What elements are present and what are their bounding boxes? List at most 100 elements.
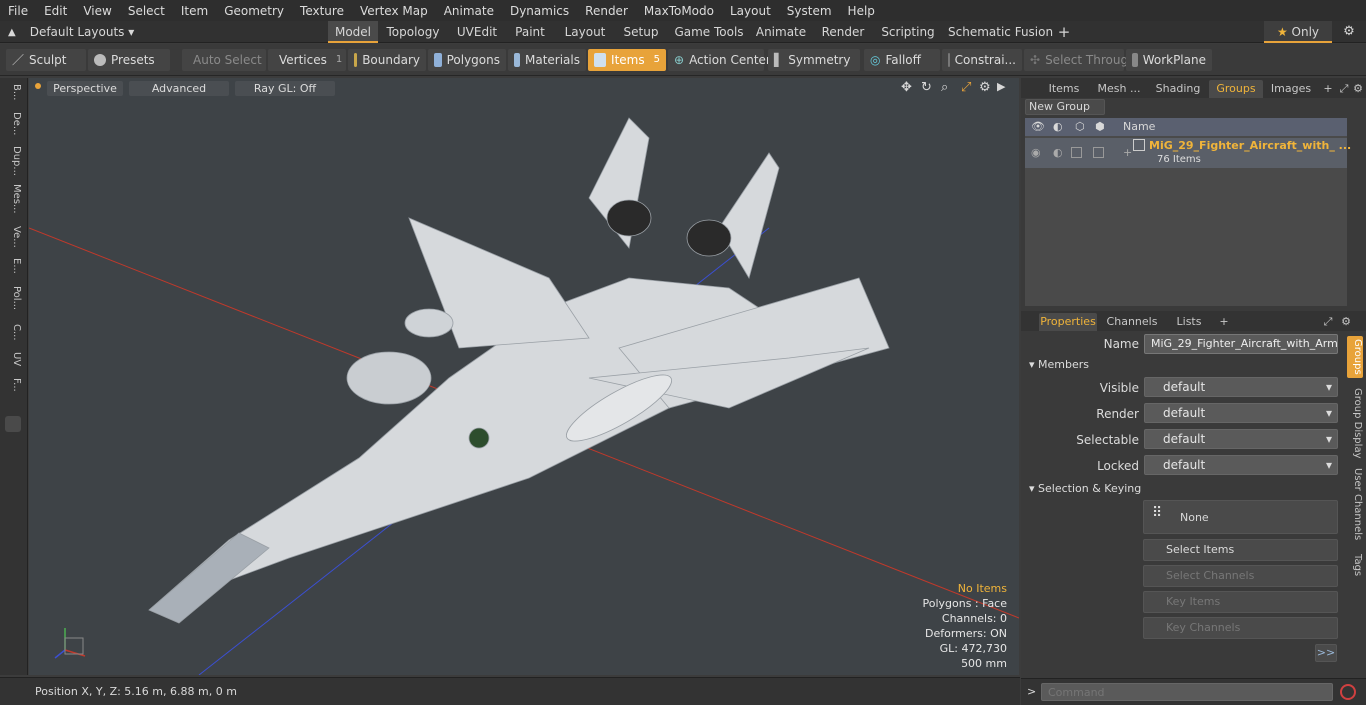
materials-button[interactable]: Materials — [508, 49, 586, 71]
boundary-button[interactable]: Boundary — [348, 49, 426, 71]
vertices-button[interactable]: Vertices 1 — [268, 49, 346, 71]
workplane-button[interactable]: WorkPlane — [1126, 49, 1212, 71]
items-button[interactable]: Items 5 — [588, 49, 666, 71]
tab-topology[interactable]: Topology — [384, 21, 442, 43]
menu-edit[interactable]: Edit — [36, 4, 75, 18]
record-icon[interactable] — [1340, 684, 1356, 700]
menu-item[interactable]: Item — [173, 4, 216, 18]
row-lock-checkbox[interactable] — [1071, 147, 1082, 158]
menu-texture[interactable]: Texture — [292, 4, 352, 18]
panel-settings-icon[interactable]: ⚙ — [1351, 80, 1365, 98]
rotate-view-icon[interactable]: ↻ — [921, 80, 932, 95]
expand-properties-icon[interactable]: ⤢ — [1321, 313, 1335, 331]
select-channels-button[interactable]: Select Channels — [1143, 565, 1338, 587]
side-tab-user-channels[interactable]: User Channels — [1347, 468, 1363, 540]
menu-help[interactable]: Help — [840, 4, 883, 18]
3d-viewport[interactable]: Perspective Advanced Ray GL: Off ✥ ↻ ⌕ ⤢… — [29, 78, 1019, 675]
tab-mesh[interactable]: Mesh ... — [1093, 80, 1145, 98]
tab-game-tools[interactable]: Game Tools — [674, 21, 744, 43]
tab-layout[interactable]: Layout — [561, 21, 609, 43]
row-select-checkbox[interactable] — [1093, 147, 1104, 158]
maximize-view-icon[interactable]: ⤢ — [961, 80, 971, 95]
shading-mode-button[interactable]: Advanced — [129, 81, 229, 96]
left-tab-extra[interactable] — [5, 416, 21, 432]
tab-channels[interactable]: Channels — [1105, 313, 1159, 331]
menu-render[interactable]: Render — [577, 4, 636, 18]
viewport-dot-icon[interactable] — [35, 83, 41, 89]
view-mode-button[interactable]: Perspective — [47, 81, 123, 96]
expand-panel-icon[interactable]: ⤢ — [1337, 80, 1351, 98]
falloff-button[interactable]: ◎ Falloff — [864, 49, 940, 71]
side-tab-group-display[interactable]: Group Display — [1347, 388, 1363, 458]
left-tab-fusion[interactable]: F... — [4, 378, 22, 392]
tab-shading[interactable]: Shading — [1151, 80, 1205, 98]
menu-system[interactable]: System — [779, 4, 840, 18]
add-tab-button[interactable]: + — [1054, 21, 1074, 43]
menu-select[interactable]: Select — [120, 4, 173, 18]
tab-uvedit[interactable]: UVEdit — [452, 21, 502, 43]
row-visible-icon[interactable]: ◉ — [1031, 146, 1041, 159]
left-tab-basic[interactable]: B... — [4, 84, 22, 100]
auto-select-button[interactable]: Auto Select — [182, 49, 266, 71]
selection-keying-section[interactable]: ▾ Selection & Keying — [1029, 482, 1141, 495]
tab-properties[interactable]: Properties — [1039, 313, 1097, 331]
left-tab-vertex[interactable]: Ve... — [4, 226, 22, 248]
left-tab-deform[interactable]: De... — [4, 112, 22, 135]
more-button[interactable]: >> — [1315, 644, 1337, 662]
tab-scripting[interactable]: Scripting — [880, 21, 936, 43]
group-name[interactable]: MiG_29_Fighter_Aircraft_with_ ... — [1149, 139, 1351, 152]
tab-images[interactable]: Images — [1267, 80, 1315, 98]
presets-button[interactable]: Presets — [88, 49, 170, 71]
none-selector[interactable]: ⠿ None — [1143, 500, 1338, 534]
key-channels-button[interactable]: Key Channels — [1143, 617, 1338, 639]
left-tab-edge[interactable]: E... — [4, 258, 22, 274]
layouts-dropdown[interactable]: Default Layouts ▾ — [30, 25, 135, 39]
properties-settings-icon[interactable]: ⚙ — [1339, 313, 1353, 331]
menu-file[interactable]: File — [0, 4, 36, 18]
left-tab-curve[interactable]: C... — [4, 324, 22, 341]
left-tab-polygon[interactable]: Pol... — [4, 286, 22, 310]
action-center-button[interactable]: ⊕ Action Center — [668, 49, 771, 71]
visible-select[interactable]: default — [1144, 377, 1338, 397]
locked-select[interactable]: default — [1144, 455, 1338, 475]
tab-animate[interactable]: Animate — [755, 21, 807, 43]
left-tab-duplicate[interactable]: Dup... — [4, 146, 22, 176]
left-tab-mesh-edit[interactable]: Mes... — [4, 184, 22, 214]
tab-setup[interactable]: Setup — [620, 21, 662, 43]
select-column-icon[interactable]: ⬢ — [1095, 120, 1105, 133]
tab-schematic-fusion[interactable]: Schematic Fusion — [948, 21, 1053, 43]
eye-column-icon[interactable]: 👁 — [1031, 120, 1045, 133]
zoom-view-icon[interactable]: ⌕ — [941, 80, 948, 95]
menu-layout[interactable]: Layout — [722, 4, 779, 18]
viewport-arrow-icon[interactable]: ▶ — [997, 80, 1005, 93]
menu-vertex-map[interactable]: Vertex Map — [352, 4, 436, 18]
tab-groups[interactable]: Groups — [1209, 80, 1263, 98]
expand-icon[interactable]: + — [1123, 146, 1132, 159]
render-select[interactable]: default — [1144, 403, 1338, 423]
members-section[interactable]: ▾ Members — [1029, 358, 1089, 371]
raygl-button[interactable]: Ray GL: Off — [235, 81, 335, 96]
menu-animate[interactable]: Animate — [436, 4, 502, 18]
tab-lists[interactable]: Lists — [1167, 313, 1211, 331]
key-items-button[interactable]: Key Items — [1143, 591, 1338, 613]
group-row[interactable]: ◉ ◐ + MiG_29_Fighter_Aircraft_with_ ... … — [1025, 138, 1351, 168]
left-tab-uv[interactable]: UV — [4, 352, 22, 366]
side-tab-tags[interactable]: Tags — [1347, 554, 1363, 576]
tab-model[interactable]: Model — [328, 21, 378, 43]
lock-column-icon[interactable]: ⬡ — [1075, 120, 1085, 133]
select-through-button[interactable]: ✣ Select Through — [1024, 49, 1136, 71]
selectable-select[interactable]: default — [1144, 429, 1338, 449]
menu-dynamics[interactable]: Dynamics — [502, 4, 577, 18]
name-field[interactable]: MiG_29_Fighter_Aircraft_with_Armam — [1144, 334, 1338, 354]
viewport-settings-icon[interactable]: ⚙ — [979, 80, 991, 95]
gear-icon[interactable]: ⚙ — [1338, 21, 1360, 43]
tab-items[interactable]: Items — [1043, 80, 1085, 98]
menu-geometry[interactable]: Geometry — [216, 4, 292, 18]
layouts-selector[interactable]: ▲ Default Layouts ▾ — [0, 21, 134, 43]
symmetry-button[interactable]: ▌ Symmetry — [768, 49, 860, 71]
name-column-header[interactable]: Name — [1123, 120, 1155, 133]
add-properties-tab-icon[interactable]: + — [1217, 313, 1231, 331]
tab-paint[interactable]: Paint — [510, 21, 550, 43]
render-column-icon[interactable]: ◐ — [1053, 120, 1063, 133]
new-group-button[interactable]: New Group — [1025, 99, 1105, 115]
